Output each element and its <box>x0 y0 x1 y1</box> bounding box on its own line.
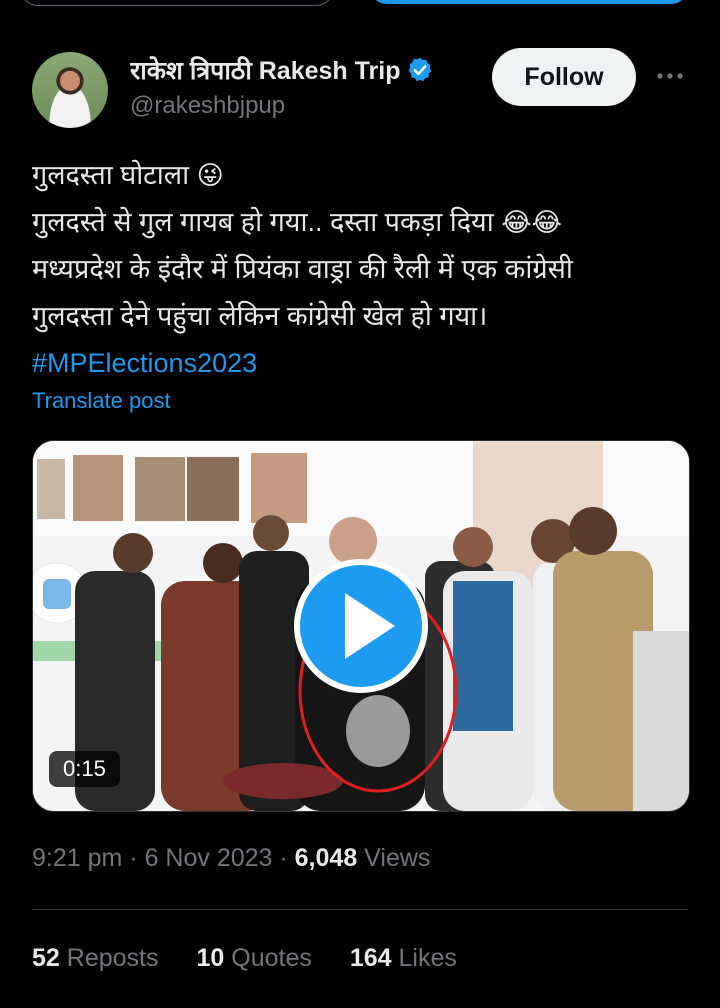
avatar[interactable] <box>32 52 108 128</box>
translate-post-link[interactable]: Translate post <box>32 388 171 414</box>
reposts-stat[interactable]: 52 Reposts <box>32 944 158 973</box>
post-time[interactable]: 9:21 pm <box>32 844 122 872</box>
tweet-line-2: गुलदस्ते से गुल गायब हो गया.. दस्ता पकड़… <box>32 207 562 237</box>
author-name-row[interactable]: राकेश त्रिपाठी Rakesh Trip <box>130 53 434 87</box>
play-icon[interactable] <box>294 559 428 693</box>
post-meta: 9:21 pm · 6 Nov 2023 · 6,048 Views <box>32 844 431 872</box>
tweet-line-3: मध्यप्रदेश के इंदौर में प्रियंका वाड्रा … <box>32 254 573 284</box>
tweet-line-4: गुलदस्ता देने पहुंचा लेकिन कांग्रेसी खेल… <box>32 301 488 331</box>
divider <box>32 909 688 910</box>
likes-stat[interactable]: 164 Likes <box>350 944 457 973</box>
post-date[interactable]: 6 Nov 2023 <box>145 844 273 872</box>
tweet-line-1: गुलदस्ता घोटाला 😜 <box>32 160 224 190</box>
views-label: Views <box>357 844 431 872</box>
views-count: 6,048 <box>294 844 358 872</box>
more-horizontal-icon[interactable] <box>654 64 686 88</box>
author-handle[interactable]: @rakeshbjpup <box>130 92 285 120</box>
author-display-name[interactable]: राकेश त्रिपाठी Rakesh Trip <box>130 53 400 87</box>
video-player[interactable]: 0:15 <box>32 440 690 812</box>
quotes-stat[interactable]: 10 Quotes <box>196 944 311 973</box>
winking-tongue-emoji: 😜 <box>196 160 224 190</box>
video-duration-badge: 0:15 <box>49 751 120 787</box>
video-frame <box>33 441 689 811</box>
top-tab-left[interactable] <box>20 0 334 6</box>
engagement-stats: 52 Reposts 10 Quotes 164 Likes <box>32 944 457 973</box>
verified-badge-icon <box>409 57 432 82</box>
hashtag-link[interactable]: #MPElections2023 <box>32 340 692 387</box>
top-tab-right-active[interactable] <box>370 0 688 4</box>
follow-button[interactable]: Follow <box>492 48 636 106</box>
banner-portraits <box>37 453 307 523</box>
tweet-text: गुलदस्ता घोटाला 😜 गुलदस्ते से गुल गायब ह… <box>32 152 692 387</box>
laughing-tears-emoji: 😂😂 <box>501 207 562 237</box>
